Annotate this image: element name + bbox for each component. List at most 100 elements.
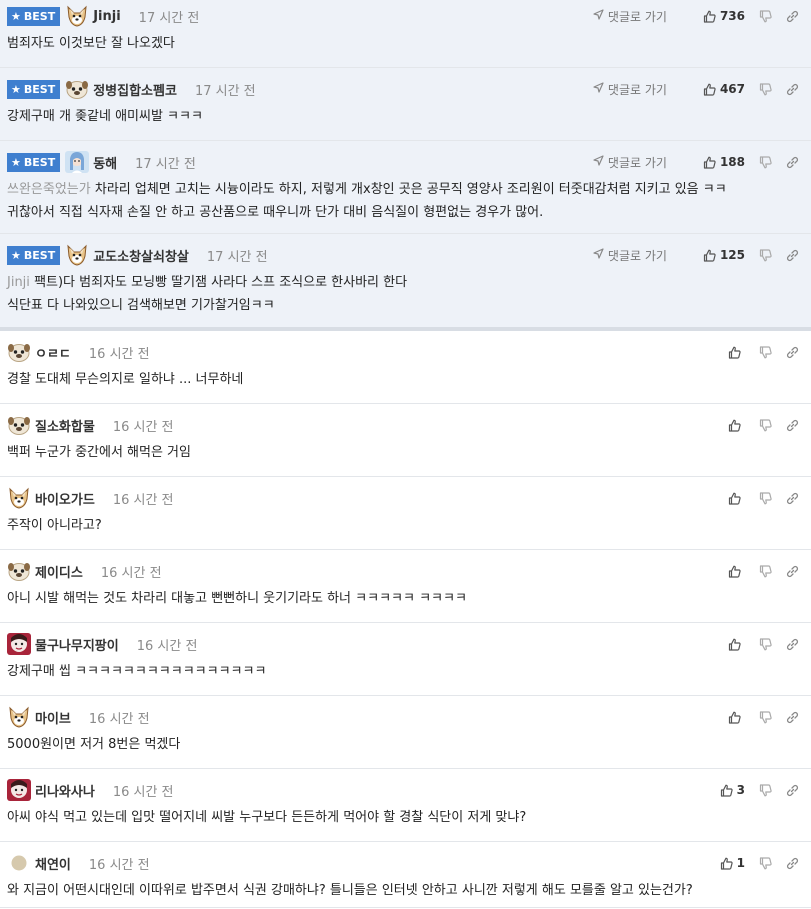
comment-author[interactable]: 바이오가드 bbox=[35, 489, 95, 508]
dislike-button[interactable] bbox=[759, 9, 772, 23]
star-icon: ★ bbox=[11, 9, 21, 23]
thumbs-up-icon bbox=[728, 711, 741, 724]
share-link-button[interactable] bbox=[786, 156, 799, 169]
comment-body: 강제구매 씹 ㅋㅋㅋㅋㅋㅋㅋㅋㅋㅋㅋㅋㅋㅋㅋㅋ bbox=[7, 664, 267, 679]
like-button[interactable] bbox=[728, 492, 745, 505]
thumbs-up-icon bbox=[720, 857, 733, 870]
avatar[interactable] bbox=[7, 852, 31, 874]
avatar[interactable] bbox=[65, 244, 89, 266]
avatar[interactable] bbox=[7, 560, 31, 582]
thumbs-down-icon bbox=[759, 418, 772, 432]
thumbs-down-icon bbox=[759, 491, 772, 505]
share-link-button[interactable] bbox=[786, 565, 799, 578]
avatar[interactable] bbox=[7, 341, 31, 363]
comment-author[interactable]: 질소화합물 bbox=[35, 416, 95, 435]
comment-author[interactable]: 물구나무지팡이 bbox=[35, 635, 119, 654]
comment-author[interactable]: Jinji bbox=[93, 9, 120, 24]
best-comment: ★ BEST Jinji 17 시간 전 댓글로 가기 736 범죄자도 이것보단… bbox=[0, 0, 811, 68]
avatar[interactable] bbox=[65, 151, 90, 173]
star-icon: ★ bbox=[11, 248, 21, 262]
like-button[interactable]: 3 bbox=[720, 783, 745, 797]
avatar[interactable] bbox=[7, 487, 31, 509]
comment-list: ★ BEST Jinji 17 시간 전 댓글로 가기 736 범죄자도 이것보단… bbox=[0, 0, 811, 908]
goto-comment-link[interactable]: 댓글로 가기 bbox=[593, 247, 667, 264]
thumbs-up-icon bbox=[720, 784, 733, 797]
dislike-button[interactable] bbox=[759, 856, 772, 870]
share-link-button[interactable] bbox=[786, 711, 799, 724]
like-button[interactable] bbox=[728, 638, 745, 651]
like-button[interactable]: 1 bbox=[720, 856, 745, 870]
comment-author[interactable]: 리나와사나 bbox=[35, 781, 95, 800]
dislike-button[interactable] bbox=[759, 345, 772, 359]
arrow-icon bbox=[593, 9, 604, 23]
like-button[interactable] bbox=[728, 711, 745, 724]
comment-author[interactable]: 동해 bbox=[93, 153, 117, 172]
link-icon bbox=[786, 249, 799, 262]
goto-comment-link[interactable]: 댓글로 가기 bbox=[593, 8, 667, 25]
dislike-button[interactable] bbox=[759, 710, 772, 724]
comment-author[interactable]: 정병집합소펨코 bbox=[93, 80, 177, 99]
share-link-button[interactable] bbox=[786, 10, 799, 23]
like-button[interactable] bbox=[728, 565, 745, 578]
thumbs-up-icon bbox=[728, 638, 741, 651]
thumbs-down-icon bbox=[759, 637, 772, 651]
dislike-button[interactable] bbox=[759, 248, 772, 262]
link-icon bbox=[786, 10, 799, 23]
comment-time: 16 시간 전 bbox=[136, 638, 198, 654]
comment-author[interactable]: 채연이 bbox=[35, 854, 71, 873]
avatar[interactable] bbox=[7, 779, 31, 801]
dislike-button[interactable] bbox=[759, 564, 772, 578]
avatar[interactable] bbox=[7, 414, 31, 436]
thumbs-down-icon bbox=[759, 783, 772, 797]
comment-author[interactable]: 제이디스 bbox=[35, 562, 83, 581]
share-link-button[interactable] bbox=[786, 784, 799, 797]
like-button[interactable]: 736 bbox=[703, 9, 745, 23]
comment-author[interactable]: 마이브 bbox=[35, 708, 71, 727]
avatar[interactable] bbox=[65, 5, 89, 27]
dislike-button[interactable] bbox=[759, 637, 772, 651]
dislike-button[interactable] bbox=[759, 418, 772, 432]
reply-to-nick[interactable]: 쓰완은죽었는가 bbox=[7, 182, 91, 197]
comment-row: 리나와사나 16 시간 전 3 아씨 야식 먹고 있는데 입맛 떨어지네 씨발 … bbox=[0, 769, 811, 842]
comment-time: 16 시간 전 bbox=[88, 857, 150, 873]
avatar[interactable] bbox=[7, 633, 31, 655]
share-link-button[interactable] bbox=[786, 638, 799, 651]
thumbs-up-icon bbox=[703, 83, 716, 96]
avatar[interactable] bbox=[65, 78, 89, 100]
comment-time: 17 시간 전 bbox=[135, 156, 196, 172]
comment-body: 백퍼 누군가 중간에서 해먹은 거임 bbox=[7, 445, 191, 460]
best-badge: ★ BEST bbox=[7, 152, 61, 172]
comment-body: 경찰 도대체 무슨의지로 일하냐 ... 너무하네 bbox=[7, 372, 244, 387]
share-link-button[interactable] bbox=[786, 492, 799, 505]
comment-row: 채연이 16 시간 전 1 와 지금이 어떤시대인데 이따위로 밥주면서 식권 … bbox=[0, 842, 811, 908]
like-button[interactable]: 467 bbox=[703, 82, 745, 96]
comment-row: ㅇㄹㄷ 16 시간 전 경찰 도대체 무슨의지로 일하냐 ... 너무하네 bbox=[0, 331, 811, 404]
avatar[interactable] bbox=[7, 706, 31, 728]
like-button[interactable]: 188 bbox=[703, 155, 745, 169]
like-button[interactable] bbox=[728, 346, 745, 359]
dislike-button[interactable] bbox=[759, 491, 772, 505]
reply-to-nick[interactable]: Jinji bbox=[7, 275, 30, 290]
like-button[interactable]: 125 bbox=[703, 248, 745, 262]
goto-comment-link[interactable]: 댓글로 가기 bbox=[593, 81, 667, 98]
comment-time: 16 시간 전 bbox=[100, 565, 162, 581]
dislike-button[interactable] bbox=[759, 783, 772, 797]
dislike-button[interactable] bbox=[759, 155, 772, 169]
like-count: 736 bbox=[719, 9, 745, 23]
star-icon: ★ bbox=[11, 155, 21, 169]
best-comment: ★ BEST 동해 17 시간 전 댓글로 가기 188 쓰완은죽었는가 차라리 … bbox=[0, 141, 811, 234]
share-link-button[interactable] bbox=[786, 419, 799, 432]
share-link-button[interactable] bbox=[786, 346, 799, 359]
like-button[interactable] bbox=[728, 419, 745, 432]
comment-author[interactable]: 교도소창살쇠창살 bbox=[93, 246, 189, 265]
share-link-button[interactable] bbox=[786, 83, 799, 96]
thumbs-down-icon bbox=[759, 82, 772, 96]
thumbs-down-icon bbox=[759, 564, 772, 578]
share-link-button[interactable] bbox=[786, 857, 799, 870]
comment-row: 물구나무지팡이 16 시간 전 강제구매 씹 ㅋㅋㅋㅋㅋㅋㅋㅋㅋㅋㅋㅋㅋㅋㅋㅋ bbox=[0, 623, 811, 696]
share-link-button[interactable] bbox=[786, 249, 799, 262]
comment-author[interactable]: ㅇㄹㄷ bbox=[35, 343, 71, 362]
dislike-button[interactable] bbox=[759, 82, 772, 96]
goto-comment-link[interactable]: 댓글로 가기 bbox=[593, 154, 667, 171]
link-icon bbox=[786, 638, 799, 651]
